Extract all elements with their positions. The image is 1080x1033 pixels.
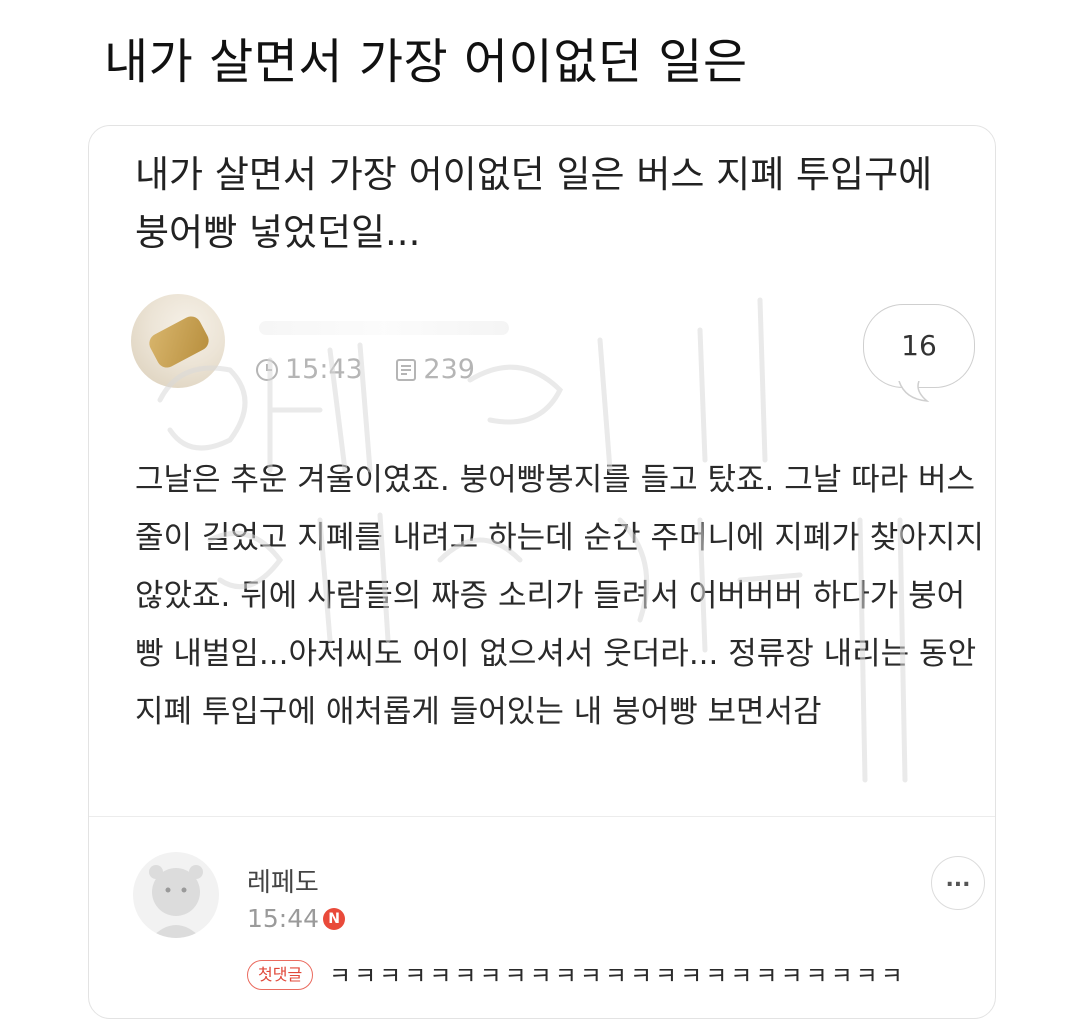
commenter-name[interactable]: 레페도	[247, 862, 319, 899]
post-meta: 15:43 239	[255, 354, 499, 389]
comment-text: ㅋㅋㅋㅋㅋㅋㅋㅋㅋㅋㅋㅋㅋㅋㅋㅋㅋㅋㅋㅋㅋㅋㅋ	[329, 962, 906, 990]
post-title: 내가 살면서 가장 어이없던 일은 버스 지폐 투입구에 붕어빵 넣었던일...	[135, 153, 933, 254]
more-button[interactable]: ...	[931, 856, 985, 910]
post-card: 내가 살면서 가장 어이없던 일은 버스 지폐 투입구에 붕어빵 넣었던일...…	[88, 125, 996, 1019]
comment-time: 15:44	[247, 904, 320, 933]
post-time: 15:43	[285, 354, 363, 385]
author-name-blurred	[259, 321, 509, 335]
comment-time-row: 15:44 N	[247, 904, 346, 933]
divider	[89, 816, 995, 817]
speech-bubble-tail-icon	[898, 381, 930, 402]
post-views: 239	[423, 354, 475, 385]
views-meta: 239	[395, 354, 475, 385]
default-profile-icon	[149, 865, 203, 938]
post-body: 그날은 추운 겨울이였죠. 붕어빵봉지를 들고 탔죠. 그날 따라 버스 줄이 …	[135, 462, 984, 730]
page-title: 내가 살면서 가장 어이없던 일은	[104, 34, 748, 90]
avatar-image	[145, 312, 213, 372]
clock-icon	[256, 358, 278, 381]
comment-count-button[interactable]: 16	[863, 304, 975, 388]
author-avatar[interactable]	[131, 294, 225, 388]
time-meta: 15:43	[255, 354, 363, 385]
more-icon: ...	[945, 867, 971, 892]
commenter-avatar[interactable]	[133, 852, 219, 938]
comment-count: 16	[901, 329, 937, 362]
new-badge: N	[323, 907, 346, 930]
document-icon	[396, 358, 417, 381]
first-comment-tag: 첫댓글	[247, 960, 314, 990]
